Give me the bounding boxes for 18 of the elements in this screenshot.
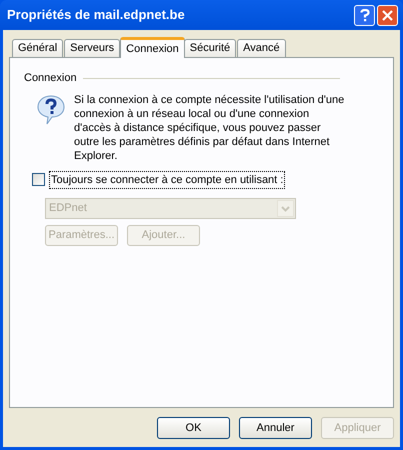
checkbox-label[interactable]: Toujours se connecter à ce compte en utilisant : xyxy=(49,170,286,189)
chevron-down-icon xyxy=(281,206,290,212)
checkbox[interactable] xyxy=(32,173,45,186)
tab[interactable]: Général xyxy=(12,39,64,57)
tab[interactable]: Serveurs xyxy=(64,39,120,57)
help-icon xyxy=(360,8,370,22)
tab[interactable]: Avancé xyxy=(237,39,286,57)
close-icon xyxy=(382,10,393,20)
info-text: Si la connexion à ce compte nécessite l'utilisation d'une connexion à un réseau local ou d'une connexion d'accès à distance spécifique, vous pouvez passer outre les paramètres définis par défaut dans Internet Explorer. xyxy=(74,92,346,162)
question-balloon-icon xyxy=(37,94,65,126)
tab[interactable]: Connexion xyxy=(120,37,185,58)
tab[interactable]: Sécurité xyxy=(184,39,236,57)
help-button[interactable] xyxy=(354,4,375,26)
button[interactable]: OK xyxy=(157,417,230,439)
window-title: Propriétés de mail.edpnet.be xyxy=(7,6,186,24)
close-button[interactable] xyxy=(377,4,398,26)
button[interactable]: Annuler xyxy=(239,417,312,439)
group-title: Connexion xyxy=(24,71,77,86)
